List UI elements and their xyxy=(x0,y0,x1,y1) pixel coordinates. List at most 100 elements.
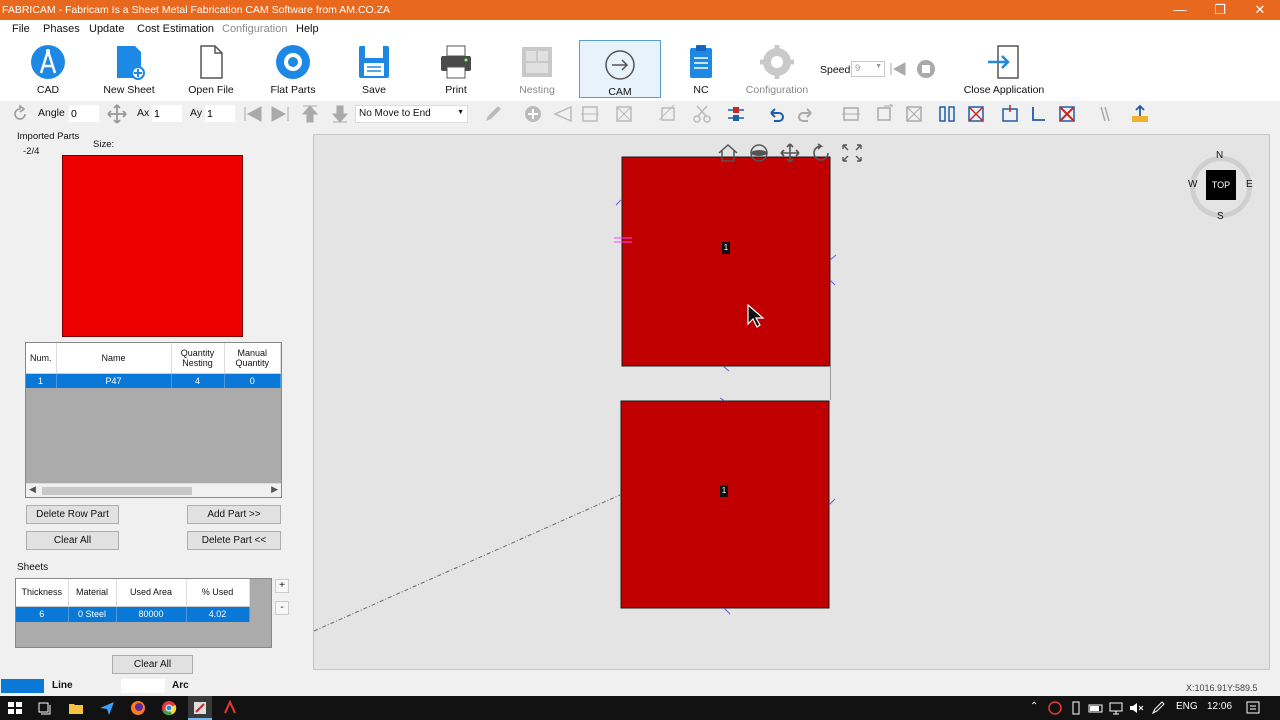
language-indicator[interactable]: ENG xyxy=(1176,701,1198,712)
antivirus-icon[interactable] xyxy=(1047,700,1063,716)
nesting-button[interactable]: Nesting xyxy=(511,39,563,99)
delete-cut-icon[interactable] xyxy=(904,104,924,124)
cell-thickness[interactable]: 6 xyxy=(16,606,69,622)
table-row[interactable]: 1 P47 4 0 xyxy=(26,373,281,388)
menu-help[interactable]: Help xyxy=(296,23,319,35)
arrow-left-end-icon[interactable] xyxy=(243,104,263,124)
taskbar-active-app[interactable] xyxy=(188,696,212,720)
flat-parts-button[interactable]: Flat Parts xyxy=(267,39,319,99)
remove-part-icon[interactable] xyxy=(1057,104,1077,124)
chevron-up-icon[interactable]: ⌃ xyxy=(1030,701,1038,712)
cam-canvas[interactable]: 1 1 N S E W TOP xyxy=(313,134,1270,670)
common-cut-icon[interactable] xyxy=(937,104,957,124)
table-row[interactable]: 6 0 Steel 80000 4.02 xyxy=(16,606,250,622)
windows-start-icon[interactable] xyxy=(7,700,23,716)
task-view-icon[interactable] xyxy=(37,700,53,716)
delete-row-part-button[interactable]: Delete Row Part xyxy=(26,505,119,524)
arrow-down-icon[interactable] xyxy=(330,104,350,124)
close-application-button[interactable]: Close Application xyxy=(964,39,1044,99)
parts-col-qty-nesting[interactable]: Quantity Nesting xyxy=(171,343,225,374)
horizontal-scrollbar[interactable]: ◀ ▶ xyxy=(26,483,281,497)
home-view-icon[interactable] xyxy=(717,143,739,163)
rotate-icon[interactable] xyxy=(10,104,30,124)
speed-dropdown[interactable]: 9 ▼ xyxy=(851,61,885,77)
compass-north[interactable]: N xyxy=(1216,150,1223,161)
sheets-col-percent-used[interactable]: % Used xyxy=(186,579,250,607)
redo-icon[interactable] xyxy=(796,104,816,124)
lead-in-icon[interactable] xyxy=(553,104,573,124)
menu-update[interactable]: Update xyxy=(89,23,124,35)
usb-icon[interactable] xyxy=(1068,700,1084,716)
sheets-col-thickness[interactable]: Thickness xyxy=(16,579,69,607)
add-sheet-button[interactable]: + xyxy=(275,579,289,593)
add-part-button[interactable]: Add Part >> xyxy=(187,505,281,524)
chrome-icon[interactable] xyxy=(161,700,177,716)
pan-icon[interactable] xyxy=(779,143,801,163)
parts-col-name[interactable]: Name xyxy=(56,343,172,374)
print-button[interactable]: Print xyxy=(430,39,482,99)
parts-col-manual-qty[interactable]: Manual Quantity xyxy=(224,343,281,374)
view-compass[interactable]: N S E W TOP xyxy=(1188,150,1253,222)
close-window-icon[interactable]: ✕ xyxy=(1240,0,1280,20)
compass-south[interactable]: S xyxy=(1217,211,1224,222)
sheets-clear-all-button[interactable]: Clear All xyxy=(112,655,193,674)
reset-view-icon[interactable] xyxy=(810,143,832,163)
cell-percent-used[interactable]: 4.02 xyxy=(186,606,250,622)
volume-muted-icon[interactable] xyxy=(1128,700,1144,716)
notifications-icon[interactable] xyxy=(1245,700,1261,716)
sheets-col-material[interactable]: Material xyxy=(68,579,117,607)
firefox-icon[interactable] xyxy=(130,700,146,716)
nc-button[interactable]: NC xyxy=(675,39,727,99)
angle-input[interactable] xyxy=(69,105,99,122)
stop-icon[interactable] xyxy=(916,59,936,79)
cad-button[interactable]: CAD xyxy=(22,39,74,99)
new-sheet-button[interactable]: New Sheet xyxy=(103,39,155,99)
open-file-button[interactable]: Open File xyxy=(185,39,237,99)
save-button[interactable]: Save xyxy=(348,39,400,99)
configuration-button[interactable]: Configuration xyxy=(746,39,808,99)
ax-input[interactable] xyxy=(152,105,182,122)
maximize-icon[interactable]: ❐ xyxy=(1200,0,1240,20)
cell-qty-nesting[interactable]: 4 xyxy=(171,373,225,388)
fit-to-screen-icon[interactable] xyxy=(841,143,863,163)
scroll-right-icon[interactable]: ▶ xyxy=(271,484,278,495)
slash-icon[interactable] xyxy=(1095,104,1115,124)
skip-back-icon[interactable] xyxy=(888,61,908,77)
cell-material[interactable]: 0 Steel xyxy=(68,606,117,622)
pencil-icon[interactable] xyxy=(483,104,503,124)
scissors-icon[interactable] xyxy=(692,104,712,124)
cell-manual-qty[interactable]: 0 xyxy=(224,373,281,388)
arrow-up-icon[interactable] xyxy=(300,104,320,124)
nested-part-1[interactable] xyxy=(621,156,831,367)
nested-part-2[interactable] xyxy=(620,400,830,609)
pen-icon[interactable] xyxy=(1150,700,1166,716)
battery-icon[interactable] xyxy=(1088,700,1104,716)
rectangle-tool-icon[interactable] xyxy=(1000,104,1020,124)
scroll-thumb[interactable] xyxy=(42,487,192,495)
add-circle-icon[interactable] xyxy=(523,104,543,124)
bridge-icon[interactable] xyxy=(580,104,600,124)
menu-file[interactable]: File xyxy=(12,23,30,35)
file-explorer-icon[interactable] xyxy=(68,700,84,716)
sheets-col-used-area[interactable]: Used Area xyxy=(116,579,187,607)
align-icon[interactable] xyxy=(841,104,861,124)
compass-east[interactable]: E xyxy=(1246,179,1253,190)
menu-phases[interactable]: Phases xyxy=(43,23,80,35)
scroll-left-icon[interactable]: ◀ xyxy=(29,484,36,495)
sequence-icon[interactable] xyxy=(726,104,746,124)
cell-name[interactable]: P47 xyxy=(56,373,172,388)
compass-top-cube[interactable]: TOP xyxy=(1206,170,1236,200)
minimize-icon[interactable]: — xyxy=(1160,0,1200,20)
export-icon[interactable] xyxy=(1130,104,1150,124)
remove-lead-icon[interactable] xyxy=(614,104,634,124)
network-icon[interactable] xyxy=(1108,700,1124,716)
clear-cuts-icon[interactable] xyxy=(966,104,986,124)
arrow-right-end-icon[interactable] xyxy=(270,104,290,124)
parts-col-num[interactable]: Num. xyxy=(26,343,57,374)
cell-num[interactable]: 1 xyxy=(26,373,57,388)
delete-part-button[interactable]: Delete Part << xyxy=(187,531,281,550)
cam-button[interactable]: CAM xyxy=(579,40,661,98)
clock[interactable]: 12:06 xyxy=(1207,701,1232,712)
cell-used-area[interactable]: 80000 xyxy=(116,606,187,622)
ay-input[interactable] xyxy=(205,105,235,122)
